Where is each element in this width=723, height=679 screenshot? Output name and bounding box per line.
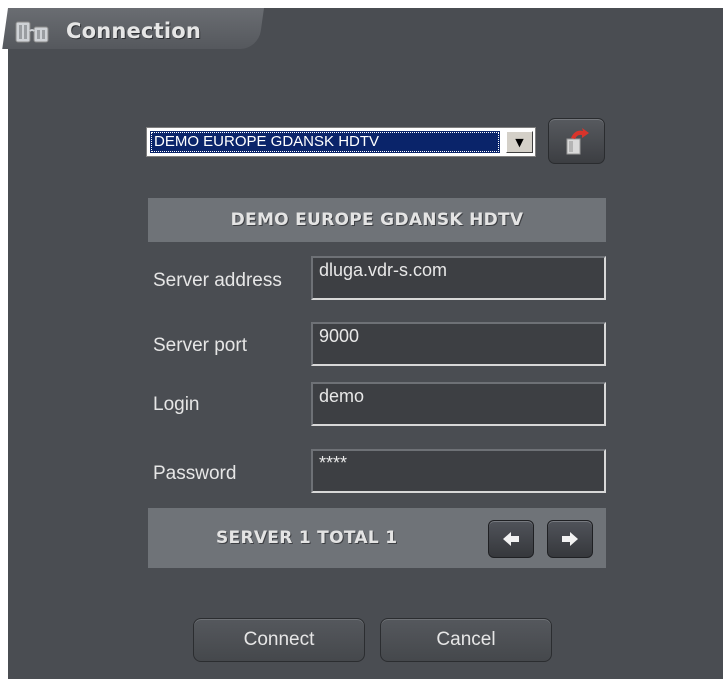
cancel-button[interactable]: Cancel (380, 618, 552, 662)
server-port-input[interactable]: 9000 (311, 322, 606, 366)
reload-icon (566, 128, 589, 155)
server-count-text: SERVER 1 TOTAL 1 (216, 528, 398, 548)
profile-select[interactable]: DEMO EUROPE GDANSK HDTV ▼ (146, 127, 536, 157)
arrow-left-icon (503, 532, 519, 546)
previous-server-button[interactable] (488, 520, 534, 558)
connect-button[interactable]: Connect (193, 618, 365, 662)
next-server-button[interactable] (547, 520, 593, 558)
profile-select-value: DEMO EUROPE GDANSK HDTV (150, 131, 500, 153)
password-label: Password (153, 463, 237, 484)
connection-dialog: Connection DEMO EUROPE GDANSK HDTV ▼ DEM… (2, 8, 723, 679)
login-label: Login (153, 394, 200, 415)
password-input[interactable]: **** (311, 449, 606, 493)
server-bar: SERVER 1 TOTAL 1 (148, 508, 606, 568)
server-address-label: Server address (153, 270, 282, 291)
chevron-down-icon[interactable]: ▼ (506, 131, 533, 153)
arrow-right-icon (562, 532, 578, 546)
login-input[interactable]: demo (311, 382, 606, 426)
reload-button[interactable] (548, 118, 605, 164)
connection-plug-icon (15, 21, 49, 43)
server-port-label: Server port (153, 335, 247, 356)
window-title: Connection (66, 19, 202, 43)
profile-header: DEMO EUROPE GDANSK HDTV (148, 198, 606, 242)
server-address-input[interactable]: dluga.vdr-s.com (311, 256, 606, 300)
